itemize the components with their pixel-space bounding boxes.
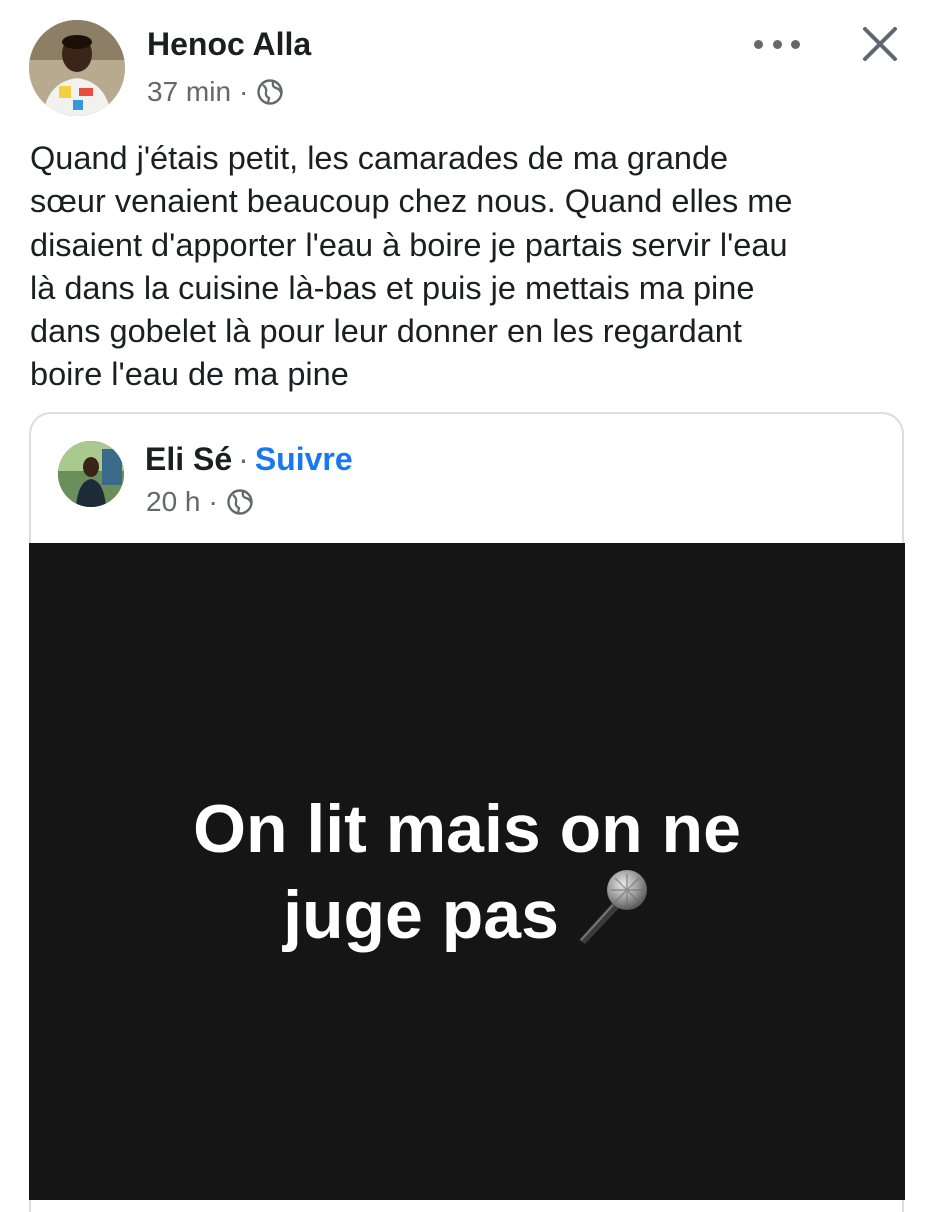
post-text-line: là dans la cuisine là-bas et puis je met…: [30, 269, 755, 306]
shared-post-image[interactable]: On lit mais on ne juge pas: [29, 543, 905, 1200]
more-options-button[interactable]: [754, 28, 800, 60]
shared-post-meta: 20 h ·: [146, 486, 254, 518]
post-text-line: boire l'eau de ma pine: [30, 356, 349, 393]
image-caption-line: juge pas: [29, 868, 905, 954]
more-dot: [754, 39, 763, 49]
shared-post-header: Eli Sé · Suivre: [145, 441, 353, 478]
image-caption: On lit mais on ne juge pas: [29, 790, 905, 954]
globe-icon: [257, 79, 284, 105]
post-text-line: disaient d'apporter l'eau à boire je par…: [30, 226, 788, 263]
close-icon[interactable]: [860, 24, 900, 64]
more-dot: [791, 39, 800, 49]
image-caption-text: juge pas: [283, 877, 559, 953]
shared-author-avatar[interactable]: [58, 441, 124, 507]
microphone-icon: [578, 870, 647, 944]
meta-separator: ·: [208, 486, 218, 517]
meta-separator: ·: [239, 76, 249, 107]
follow-button[interactable]: Suivre: [255, 441, 353, 478]
post-text-line: sœur venaient beaucoup chez nous. Quand …: [30, 183, 793, 220]
more-dot: [772, 39, 782, 49]
post-text: Quand j'étais petit, les camarades de ma…: [30, 137, 910, 397]
author-avatar[interactable]: [29, 20, 125, 116]
shared-post-time[interactable]: 20 h: [146, 486, 201, 518]
shared-author-name[interactable]: Eli Sé: [145, 441, 232, 478]
author-name[interactable]: Henoc Alla: [147, 26, 311, 63]
post-meta: 37 min ·: [147, 76, 284, 108]
meta-separator: ·: [238, 441, 249, 477]
globe-icon: [227, 489, 253, 515]
post-text-line: Quand j'étais petit, les camarades de ma…: [30, 140, 729, 176]
post-time[interactable]: 37 min: [147, 76, 231, 108]
post-text-line: dans gobelet là pour leur donner en les …: [30, 313, 742, 350]
image-caption-line: On lit mais on ne: [193, 791, 741, 867]
